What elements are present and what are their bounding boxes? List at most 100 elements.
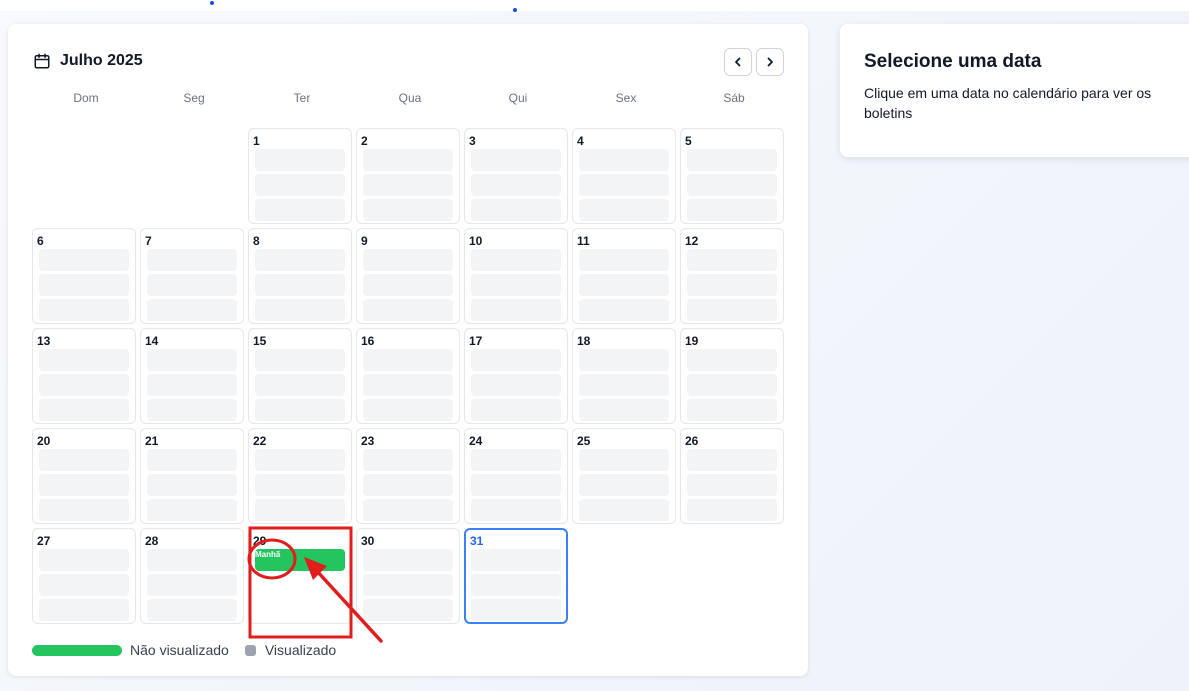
day-number: 16 xyxy=(361,334,375,348)
day-number: 8 xyxy=(253,234,260,248)
placeholder-slot xyxy=(147,474,237,496)
placeholder-slot xyxy=(147,449,237,471)
day-cell-24[interactable]: 24 xyxy=(464,428,568,524)
day-number: 5 xyxy=(685,134,692,148)
placeholder-slot xyxy=(363,274,453,296)
day-cell-28[interactable]: 28 xyxy=(140,528,244,624)
previous-month-button[interactable] xyxy=(724,48,752,76)
legend: Não visualizado Visualizado xyxy=(32,642,336,658)
placeholder-slot xyxy=(687,149,777,171)
day-cell-22[interactable]: 22 xyxy=(248,428,352,524)
placeholder-slot xyxy=(687,449,777,471)
day-cell-9[interactable]: 9 xyxy=(356,228,460,324)
day-number: 9 xyxy=(361,234,368,248)
day-cell-5[interactable]: 5 xyxy=(680,128,784,224)
empty-cell xyxy=(32,128,136,224)
day-cell-13[interactable]: 13 xyxy=(32,328,136,424)
day-cell-18[interactable]: 18 xyxy=(572,328,676,424)
day-cell-23[interactable]: 23 xyxy=(356,428,460,524)
day-cell-17[interactable]: 17 xyxy=(464,328,568,424)
day-cell-31[interactable]: 31 xyxy=(464,528,568,624)
placeholder-slot xyxy=(255,349,345,371)
placeholder-slot xyxy=(363,249,453,271)
day-cell-16[interactable]: 16 xyxy=(356,328,460,424)
details-panel: Selecione uma data Clique em uma data no… xyxy=(840,24,1189,157)
day-cell-6[interactable]: 6 xyxy=(32,228,136,324)
day-number: 15 xyxy=(253,334,267,348)
day-cell-11[interactable]: 11 xyxy=(572,228,676,324)
placeholder-slot xyxy=(363,349,453,371)
placeholder-slot xyxy=(255,499,345,521)
day-number: 18 xyxy=(577,334,591,348)
legend-viewed-swatch xyxy=(244,644,256,656)
placeholder-slot xyxy=(687,499,777,521)
day-cell-4[interactable]: 4 xyxy=(572,128,676,224)
placeholder-slot xyxy=(147,349,237,371)
placeholder-slot xyxy=(579,349,669,371)
day-cell-21[interactable]: 21 xyxy=(140,428,244,524)
day-cell-3[interactable]: 3 xyxy=(464,128,568,224)
day-cell-12[interactable]: 12 xyxy=(680,228,784,324)
next-month-button[interactable] xyxy=(756,48,784,76)
day-cell-26[interactable]: 26 xyxy=(680,428,784,524)
day-number: 22 xyxy=(253,434,267,448)
placeholder-slot xyxy=(687,249,777,271)
day-cell-10[interactable]: 10 xyxy=(464,228,568,324)
details-instructions: Clique em uma data no calendário para ve… xyxy=(864,85,1152,121)
placeholder-slot xyxy=(471,174,561,196)
placeholder-slot xyxy=(39,299,129,321)
placeholder-slot xyxy=(579,199,669,221)
day-cell-27[interactable]: 27 xyxy=(32,528,136,624)
placeholder-slot xyxy=(471,549,561,571)
day-cell-8[interactable]: 8 xyxy=(248,228,352,324)
day-cell-7[interactable]: 7 xyxy=(140,228,244,324)
day-number: 14 xyxy=(145,334,159,348)
weekday-label: Seg xyxy=(183,91,205,105)
day-number: 4 xyxy=(577,134,584,148)
day-number: 23 xyxy=(361,434,375,448)
placeholder-slot xyxy=(147,574,237,596)
day-cell-1[interactable]: 1 xyxy=(248,128,352,224)
day-cell-30[interactable]: 30 xyxy=(356,528,460,624)
placeholder-slot xyxy=(471,474,561,496)
day-number: 19 xyxy=(685,334,699,348)
placeholder-slot xyxy=(363,574,453,596)
day-cell-19[interactable]: 19 xyxy=(680,328,784,424)
placeholder-slot xyxy=(687,399,777,421)
bulletin-entry[interactable]: Manhã xyxy=(255,549,345,571)
day-cell-2[interactable]: 2 xyxy=(356,128,460,224)
placeholder-slot xyxy=(471,249,561,271)
day-cell-14[interactable]: 14 xyxy=(140,328,244,424)
placeholder-slot xyxy=(39,449,129,471)
placeholder-slot xyxy=(579,174,669,196)
day-cell-15[interactable]: 15 xyxy=(248,328,352,424)
day-number: 28 xyxy=(145,534,159,548)
day-number: 29 xyxy=(253,534,267,548)
placeholder-slot xyxy=(471,374,561,396)
day-number: 30 xyxy=(361,534,375,548)
placeholder-slot xyxy=(147,374,237,396)
placeholder-slot xyxy=(471,599,561,621)
day-cell-29[interactable]: 29 Manhã xyxy=(248,528,352,624)
legend-unviewed-label: Não visualizado xyxy=(130,642,229,658)
placeholder-slot xyxy=(687,374,777,396)
day-number: 11 xyxy=(577,234,590,248)
day-number: 10 xyxy=(469,234,483,248)
weekday-label: Ter xyxy=(293,91,311,105)
placeholder-slot xyxy=(579,449,669,471)
placeholder-slot xyxy=(39,499,129,521)
placeholder-slot xyxy=(255,174,345,196)
indicator-dot xyxy=(210,1,214,5)
placeholder-slot xyxy=(363,149,453,171)
chevron-right-icon xyxy=(767,57,773,67)
placeholder-slot xyxy=(687,274,777,296)
calendar-icon xyxy=(34,53,50,69)
details-title: Selecione uma data xyxy=(864,51,1042,72)
day-cell-25[interactable]: 25 xyxy=(572,428,676,524)
placeholder-slot xyxy=(363,549,453,571)
day-cell-20[interactable]: 20 xyxy=(32,428,136,524)
placeholder-slot xyxy=(471,449,561,471)
placeholder-slot xyxy=(147,299,237,321)
placeholder-slot xyxy=(255,374,345,396)
day-number: 27 xyxy=(37,534,51,548)
